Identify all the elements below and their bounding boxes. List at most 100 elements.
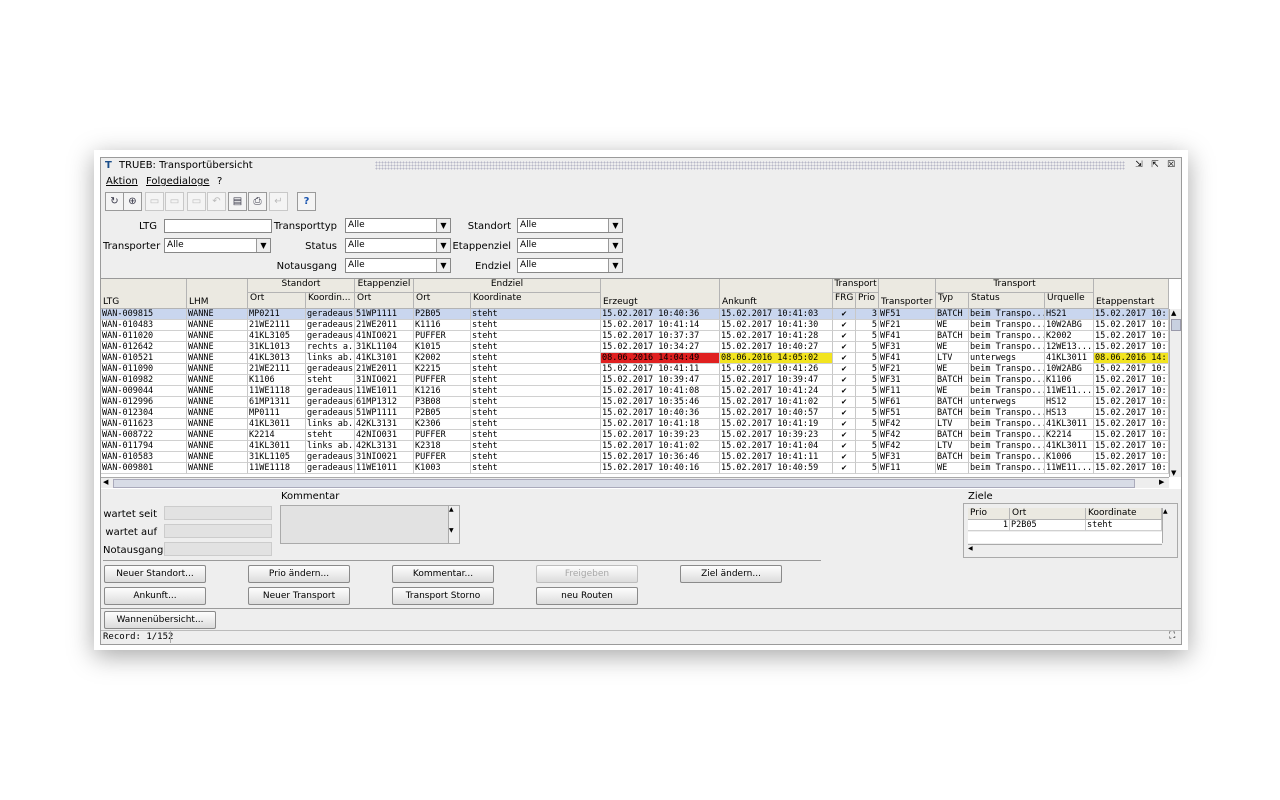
table-row[interactable]: WAN-010521WANNE41KL3013links ab...41KL31… [101, 353, 1169, 364]
scroll-left-icon[interactable]: ◀ [103, 478, 108, 486]
ziele-cell-prio[interactable]: 1 [968, 520, 1010, 531]
save-icon[interactable]: ▭ [187, 192, 206, 211]
cell-status[interactable]: beim Transpo... [969, 430, 1045, 441]
cell-etappenstart[interactable]: 15.02.2017 10: [1094, 331, 1169, 342]
column-header-standort-ort[interactable]: Ort [248, 293, 306, 309]
cell-prio[interactable]: 5 [856, 320, 879, 331]
transport-storno-button[interactable]: Transport Storno [392, 587, 494, 605]
column-header-ankunft[interactable]: Ankunft [720, 279, 833, 309]
cell-ankunft[interactable]: 15.02.2017 10:40:27 [720, 342, 833, 353]
cell-urquelle[interactable]: 11WE11... [1045, 386, 1094, 397]
table-row[interactable]: WAN-010483 WANNE 21WE2111 geradeaus 21WE2011… [101, 320, 1169, 331]
ziele-header-ort[interactable]: Ort [1010, 508, 1086, 520]
column-header-prio[interactable]: Prio [856, 293, 879, 309]
cell-lhm[interactable]: WANNE [187, 441, 248, 452]
cell-erzeugt[interactable]: 15.02.2017 10:39:47 [601, 375, 720, 386]
cell-ankunft[interactable]: 15.02.2017 10:40:59 [720, 463, 833, 474]
vertical-scroll-thumb[interactable] [1171, 319, 1181, 331]
transporter-select[interactable]: Alle ▼ [164, 238, 271, 253]
cell-etappenziel-ort[interactable]: 11WE1011 [355, 463, 414, 474]
cell-endziel-ort[interactable]: K2306 [414, 419, 471, 430]
cell-status[interactable]: beim Transpo... [969, 441, 1045, 452]
refresh-icon[interactable]: ↻ [105, 192, 124, 211]
column-header-frg[interactable]: FRG [833, 293, 856, 309]
cell-etappenstart[interactable]: 15.02.2017 10: [1094, 463, 1169, 474]
cell-status[interactable]: beim Transpo... [969, 463, 1045, 474]
cell-status[interactable]: unterwegs [969, 397, 1045, 408]
cell-urquelle[interactable]: 10W2ABG [1045, 320, 1094, 331]
etappenziel-select[interactable]: Alle ▼ [517, 238, 623, 253]
cell-ankunft[interactable]: 15.02.2017 10:39:47 [720, 375, 833, 386]
cell-ankunft[interactable]: 15.02.2017 10:41:26 [720, 364, 833, 375]
cell-standort-ort[interactable]: 41KL3105 [248, 331, 306, 342]
cell-prio[interactable]: 3 [856, 309, 879, 320]
cell-status[interactable]: beim Transpo... [969, 452, 1045, 463]
cell-transporter[interactable]: WF51 [879, 408, 936, 419]
cell-etappenziel-ort[interactable]: 31NIO021 [355, 375, 414, 386]
kommentar-textarea[interactable]: ▲ ▼ [280, 505, 460, 544]
undo-icon[interactable]: ↶ [207, 192, 226, 211]
cell-frg[interactable]: ✔ [833, 331, 856, 342]
cell-lhm[interactable]: WANNE [187, 386, 248, 397]
minimize-icon[interactable]: ⇲ [1133, 160, 1145, 171]
cell-etappenstart[interactable]: 15.02.2017 10: [1094, 419, 1169, 430]
cell-lhm[interactable]: WANNE [187, 452, 248, 463]
cell-prio[interactable]: 5 [856, 419, 879, 430]
cell-transporter[interactable]: WF41 [879, 331, 936, 342]
column-header-transporter[interactable]: Transporter [879, 279, 936, 309]
cell-etappenstart[interactable]: 15.02.2017 10: [1094, 397, 1169, 408]
kommentar-scrollbar[interactable]: ▲ ▼ [448, 506, 459, 543]
chevron-down-icon[interactable]: ▼ [256, 239, 270, 252]
cell-typ[interactable]: WE [936, 342, 969, 353]
menu-aktion[interactable]: Aktion [106, 176, 138, 187]
ankunft-button[interactable]: Ankunft... [104, 587, 206, 605]
prio-aendern-button[interactable]: Prio ändern... [248, 565, 350, 583]
cell-frg[interactable]: ✔ [833, 452, 856, 463]
cell-lhm[interactable]: WANNE [187, 419, 248, 430]
cell-lhm[interactable]: WANNE [187, 408, 248, 419]
cell-transporter[interactable]: WF31 [879, 452, 936, 463]
cell-endziel-ort[interactable]: P2B05 [414, 309, 471, 320]
cell-etappenstart[interactable]: 15.02.2017 10: [1094, 452, 1169, 463]
column-header-lhm[interactable]: LHM [187, 279, 248, 309]
column-header-endziel-koordinate[interactable]: Koordinate [471, 293, 601, 309]
cell-ankunft[interactable]: 08.06.2016 14:05:02 [720, 353, 833, 364]
cell-etappenziel-ort[interactable]: 42KL3131 [355, 441, 414, 452]
cell-endziel-koordinate[interactable]: steht [471, 386, 601, 397]
ziele-horizontal-scrollbar[interactable]: ◀ [968, 544, 1162, 554]
cell-endziel-ort[interactable]: K1116 [414, 320, 471, 331]
cell-urquelle[interactable]: 41KL3011 [1045, 441, 1094, 452]
maximize-icon[interactable]: ⇱ [1149, 160, 1161, 171]
cell-frg[interactable]: ✔ [833, 397, 856, 408]
scroll-up-icon[interactable]: ▲ [1171, 309, 1176, 317]
cell-prio[interactable]: 5 [856, 430, 879, 441]
cell-standort-koordinate[interactable]: geradeaus [306, 364, 355, 375]
cell-standort-koordinate[interactable]: geradeaus [306, 463, 355, 474]
cell-endziel-koordinate[interactable]: steht [471, 397, 601, 408]
cell-etappenziel-ort[interactable]: 42KL3131 [355, 419, 414, 430]
table-row[interactable]: WAN-009801 WANNE 11WE1118 geradeaus 11WE1011… [101, 463, 1169, 474]
cell-standort-ort[interactable]: 41KL3011 [248, 419, 306, 430]
cell-typ[interactable]: BATCH [936, 430, 969, 441]
cell-standort-koordinate[interactable]: geradeaus [306, 452, 355, 463]
cell-etappenstart[interactable]: 15.02.2017 10: [1094, 309, 1169, 320]
cell-standort-koordinate[interactable]: geradeaus [306, 397, 355, 408]
chevron-down-icon[interactable]: ▼ [608, 239, 622, 252]
cell-standort-ort[interactable]: 21WE2111 [248, 364, 306, 375]
cell-etappenziel-ort[interactable]: 61MP1312 [355, 397, 414, 408]
cell-etappenziel-ort[interactable]: 11WE1011 [355, 386, 414, 397]
cell-lhm[interactable]: WANNE [187, 375, 248, 386]
zoom-icon[interactable]: ⊕ [123, 192, 142, 211]
horizontal-scroll-thumb[interactable] [113, 479, 1135, 488]
cell-prio[interactable]: 5 [856, 463, 879, 474]
table-row[interactable]: WAN-012996 WANNE 61MP1311 geradeaus 61MP1312… [101, 397, 1169, 408]
cell-etappenstart[interactable]: 15.02.2017 10: [1094, 375, 1169, 386]
cell-typ[interactable]: LTV [936, 419, 969, 430]
wannenuebersicht-button[interactable]: Wannenübersicht... [104, 611, 216, 629]
cell-status[interactable]: beim Transpo... [969, 375, 1045, 386]
table-row[interactable]: WAN-011020 WANNE 41KL3105 geradeaus 41NIO021… [101, 331, 1169, 342]
cell-erzeugt[interactable]: 08.06.2016 14:04:49 [601, 353, 720, 364]
cell-endziel-ort[interactable]: P2B05 [414, 408, 471, 419]
cell-ltg[interactable]: WAN-010982 [101, 375, 187, 386]
cell-prio[interactable]: 5 [856, 342, 879, 353]
